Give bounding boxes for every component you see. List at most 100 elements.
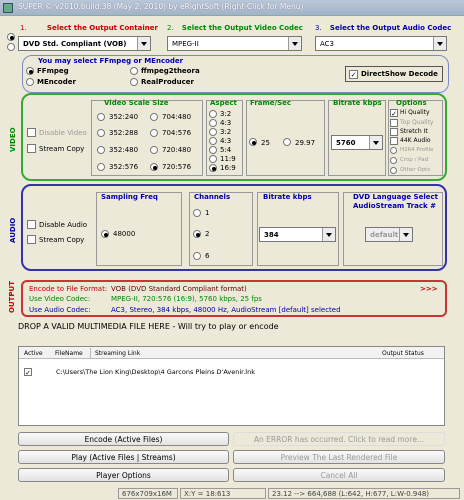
- video-scale-title: Video Scale Size: [104, 99, 169, 107]
- output-video-key: Use Video Codec:: [29, 295, 91, 303]
- encoder-ffmpeg2theora-radio[interactable]: [130, 67, 138, 75]
- channels-1-radio[interactable]: [193, 209, 201, 217]
- aspect-5-4-radio[interactable]: [209, 146, 217, 154]
- encoder-mencoder-label: MEncoder: [37, 78, 76, 86]
- container-select[interactable]: DVD Std. Compliant (VOB): [18, 36, 151, 51]
- audio-bitrate-select[interactable]: 384: [259, 227, 336, 242]
- chevron-down-icon[interactable]: [322, 228, 335, 241]
- output-video-value: MPEG-II, 720:576 (16:9), 5760 kbps, 25 f…: [111, 295, 262, 303]
- container-header: 1. Select the Output Container: [20, 24, 158, 32]
- status-info: 23.12 --> 664,688 (L:642, H:677, L:W-0.9…: [268, 488, 460, 499]
- channels-2-radio[interactable]: [193, 230, 201, 238]
- container-radio-selected[interactable]: [7, 33, 15, 41]
- chevron-down-icon[interactable]: [399, 228, 412, 241]
- preview-button[interactable]: Preview The Last Rendered File: [233, 450, 445, 464]
- other-opts-radio[interactable]: [390, 167, 397, 174]
- 44k-audio-checkbox[interactable]: [390, 137, 398, 145]
- scale-720-576-radio[interactable]: [150, 163, 158, 171]
- encoder-mencoder-radio[interactable]: [26, 78, 34, 86]
- h264-profile-radio[interactable]: [390, 147, 397, 154]
- framerate-2997-radio[interactable]: [283, 138, 291, 146]
- table-row-active-checkbox[interactable]: ✓: [24, 368, 32, 377]
- disable-video-checkbox[interactable]: [27, 128, 36, 137]
- table-row-filename[interactable]: C:\Users\The Lion King\Desktop\4 Garcons…: [56, 368, 255, 376]
- video-codec-select[interactable]: MPEG-II: [167, 36, 302, 51]
- window-title: SUPER © v2010.build.38 (May 2, 2010) by …: [18, 2, 304, 11]
- chevron-down-icon[interactable]: [137, 37, 150, 50]
- encoder-realproducer-radio[interactable]: [130, 78, 138, 86]
- chevron-down-icon[interactable]: [433, 37, 446, 50]
- framerate-25-radio[interactable]: [249, 138, 257, 146]
- encoder-realproducer-label: RealProducer: [141, 78, 194, 86]
- video-stream-copy-label: Stream Copy: [39, 145, 85, 153]
- crop-pad-label: Crop / Pad: [400, 157, 429, 163]
- output-format-value: VOB (DVD Standard Compliant format): [111, 285, 247, 293]
- audio-stream-copy-checkbox[interactable]: [27, 235, 36, 244]
- error-message-button[interactable]: An ERROR has occurred. Click to read mor…: [233, 432, 445, 446]
- channels-6-label: 6: [205, 252, 210, 260]
- scale-720-480-radio[interactable]: [150, 146, 158, 154]
- top-quality-label: Top Quality: [400, 119, 434, 126]
- framerate-2997-label: 29.97: [295, 139, 316, 147]
- audio-codec-title: Select the Output Audio Codec: [329, 24, 452, 32]
- aspect-16-9-label: 16:9: [220, 164, 236, 172]
- sampling-title: Sampling Freq: [101, 193, 158, 201]
- scale-352-480-label: 352:480: [109, 146, 139, 154]
- encoder-ffmpeg-label: FFmpeg: [37, 67, 69, 75]
- sampling-box: [96, 192, 182, 266]
- stretch-it-checkbox[interactable]: [390, 128, 398, 136]
- directshow-decode-label: DirectShow Decode: [361, 70, 438, 78]
- audio-codec-select-value: AC3: [320, 40, 335, 48]
- player-options-button[interactable]: Player Options: [18, 468, 229, 482]
- disable-video-label: Disable Video: [39, 129, 87, 137]
- aspect-4-3b-radio[interactable]: [209, 137, 217, 145]
- aspect-3-2-label: 3:2: [220, 110, 232, 118]
- video-stream-copy-checkbox[interactable]: [27, 144, 36, 153]
- container-radio-other[interactable]: [7, 43, 15, 51]
- aspect-3-2-radio[interactable]: [209, 110, 217, 118]
- video-bitrate-select[interactable]: 5760: [331, 135, 383, 150]
- scale-704-480-radio[interactable]: [150, 113, 158, 121]
- aspect-4-3-label: 4:3: [220, 119, 232, 127]
- scale-352-480-radio[interactable]: [97, 146, 105, 154]
- col-divider: [90, 348, 91, 358]
- framerate-25-label: 25: [261, 139, 270, 147]
- directshow-decode-checkbox[interactable]: ✓: [349, 70, 358, 79]
- aspect-16-9-radio[interactable]: [209, 164, 217, 172]
- disable-audio-checkbox[interactable]: [27, 220, 36, 229]
- aspect-4-3-radio[interactable]: [209, 119, 217, 127]
- dvd-language-select[interactable]: default: [365, 227, 413, 242]
- scale-352-576-label: 352:576: [109, 163, 139, 171]
- audio-side-label: AUDIO: [9, 217, 17, 243]
- app-icon: [3, 3, 13, 13]
- chevron-down-icon[interactable]: [369, 136, 382, 149]
- aspect-3-2b-radio[interactable]: [209, 128, 217, 136]
- col-active: Active: [24, 350, 43, 357]
- encoder-ffmpeg-radio[interactable]: [26, 67, 34, 75]
- chevron-down-icon[interactable]: [288, 37, 301, 50]
- output-audio-value: AC3, Stereo, 384 kbps, 48000 Hz, AudioSt…: [111, 306, 341, 314]
- audio-codec-select[interactable]: AC3: [315, 36, 447, 51]
- aspect-3-2b-label: 3:2: [220, 128, 232, 136]
- sampling-48000-radio[interactable]: [101, 230, 109, 238]
- crop-pad-radio[interactable]: [390, 157, 397, 164]
- output-more-button[interactable]: >>>: [420, 285, 438, 293]
- scale-720-576-label: 720:576: [162, 163, 192, 171]
- top-quality-checkbox[interactable]: [390, 119, 398, 127]
- encode-button[interactable]: Encode (Active Files): [18, 432, 229, 446]
- video-codec-select-value: MPEG-II: [172, 40, 199, 48]
- output-side-label: OUTPUT: [8, 281, 16, 313]
- video-bitrate-title: Bitrate kbps: [333, 99, 382, 107]
- framerate-title: Frame/Sec: [250, 99, 292, 107]
- video-codec-num: 2.: [167, 24, 174, 32]
- hi-quality-checkbox[interactable]: ✓: [390, 109, 398, 118]
- scale-352-576-radio[interactable]: [97, 163, 105, 171]
- scale-352-240-radio[interactable]: [97, 113, 105, 121]
- container-select-value: DVD Std. Compliant (VOB): [23, 40, 127, 48]
- aspect-11-9-radio[interactable]: [209, 155, 217, 163]
- cancel-all-button[interactable]: Cancel All: [233, 468, 445, 482]
- play-button[interactable]: Play (Active Files | Streams): [18, 450, 229, 464]
- scale-352-288-radio[interactable]: [97, 129, 105, 137]
- channels-6-radio[interactable]: [193, 252, 201, 260]
- scale-704-576-radio[interactable]: [150, 129, 158, 137]
